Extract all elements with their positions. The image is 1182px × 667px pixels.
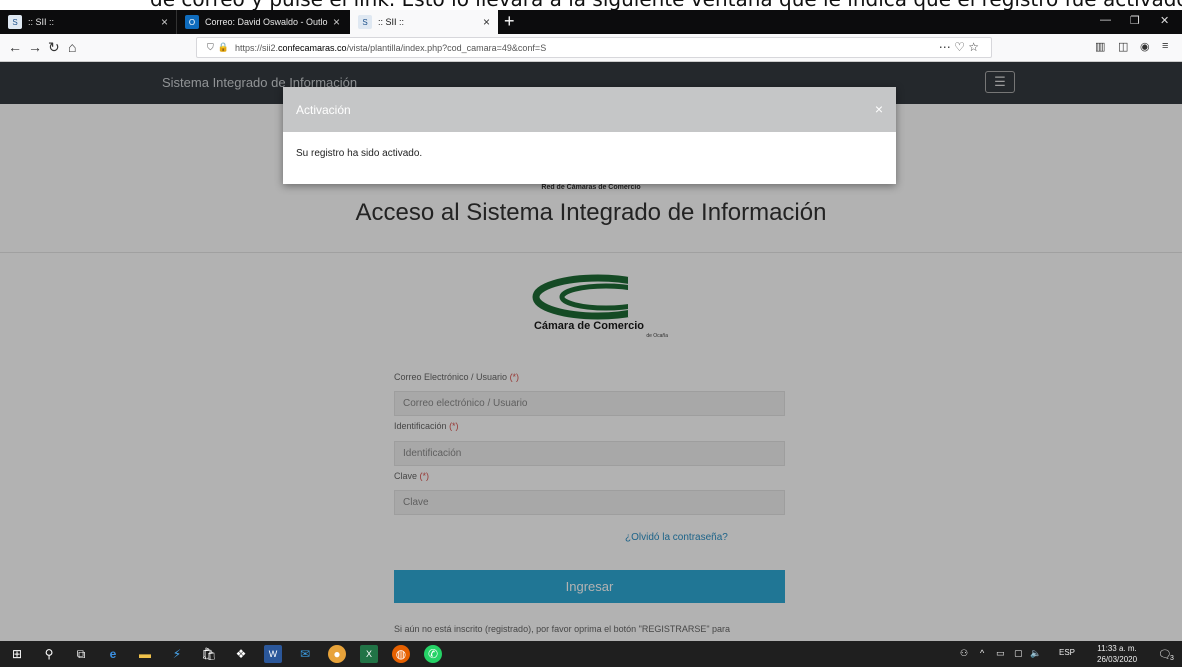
whatsapp-icon[interactable]: ✆ [424,645,442,663]
tab-outlook[interactable]: O Correo: David Oswaldo - Outlo × [176,10,348,34]
close-tab-icon[interactable]: × [161,15,168,29]
library-icon[interactable]: ▥ [1095,40,1105,53]
word-icon[interactable]: W [264,645,282,663]
close-tab-icon[interactable]: × [483,15,490,29]
clock-time: 11:33 a. m. [1097,644,1137,653]
reload-icon[interactable]: ↻ [48,39,60,56]
windows-start-icon[interactable]: ⊞ [8,645,26,663]
tab-label: Correo: David Oswaldo - Outlo [205,17,328,27]
activation-modal: Activación × Su registro ha sido activad… [283,87,896,184]
sidebar-icon[interactable]: ◫ [1118,40,1128,53]
tray-chevron-icon[interactable]: ^ [980,648,984,658]
menu-icon[interactable]: ≡ [1162,40,1168,52]
caption-text: de correo y pulse el link. Esto lo lleva… [150,0,1182,10]
bookmark-star-icon[interactable]: ☆ [968,40,979,54]
excel-icon[interactable]: X [360,645,378,663]
address-bar[interactable]: ⛉ 🔒 https://sii2. confecamaras.co/vista/p… [196,37,992,58]
url-host: confecamaras.co [278,42,347,53]
modal-close-icon[interactable]: × [875,101,883,117]
restore-icon[interactable]: ❐ [1130,14,1140,27]
people-icon[interactable]: ⚇ [960,648,968,659]
tab-sii-1[interactable]: S :: SII :: × [0,10,176,34]
forward-icon[interactable]: → [28,39,42,55]
battery-icon[interactable]: ▭ [996,648,1005,659]
home-icon[interactable]: ⌂ [68,39,76,55]
screen: de correo y pulse el link. Esto lo lleva… [0,0,1182,667]
back-icon[interactable]: ← [8,39,22,55]
file-explorer-icon[interactable]: ▬ [136,645,154,663]
search-icon[interactable]: ⚲ [40,645,58,663]
page-actions: ⋯ ♡ ☆ [939,40,979,54]
tab-sii-active[interactable]: S :: SII :: × [350,10,498,34]
powershell-icon[interactable]: ⚡ [168,645,186,663]
chrome-icon[interactable]: ● [328,645,346,663]
new-tab-icon[interactable]: + [504,11,515,32]
sii-favicon-icon: S [358,15,372,29]
tracking-shield-icon[interactable]: ⛉ [207,42,214,53]
document-caption: de correo y pulse el link. Esto lo lleva… [0,0,1182,10]
outlook-favicon-icon: O [185,15,199,29]
language-indicator[interactable]: ESP [1059,648,1075,657]
modal-title: Activación [296,103,351,117]
windows-taskbar: ⊞ ⚲ ⧉ e ▬ ⚡ 🛍 ❖ W ✉ ● X ◍ ✆ ⚇ ^ ▭ ▢ 🔈 ES… [0,641,1182,667]
modal-header: Activación × [283,87,896,132]
system-clock[interactable]: 11:33 a. m. 26/03/2020 [1097,643,1137,665]
mail-icon[interactable]: ✉ [296,645,314,663]
close-window-icon[interactable]: ✕ [1160,14,1169,27]
more-actions-icon[interactable]: ⋯ [939,40,951,54]
notification-count: 3 [1170,655,1174,662]
url-prefix: https://sii2. [234,42,279,53]
volume-icon[interactable]: 🔈 [1030,648,1041,659]
account-icon[interactable]: ◉ [1140,40,1150,53]
firefox-icon[interactable]: ◍ [392,645,410,663]
lock-icon[interactable]: 🔒 [218,42,229,53]
pocket-icon[interactable]: ♡ [954,40,965,54]
store-icon[interactable]: 🛍 [200,645,218,663]
tab-label: :: SII :: [28,17,55,27]
task-view-icon[interactable]: ⧉ [72,645,90,663]
browser-nav-bar: ← → ↻ ⌂ ⛉ 🔒 https://sii2. confecamaras.co… [0,34,1182,62]
close-tab-icon[interactable]: × [333,15,340,29]
edge-icon[interactable]: e [104,645,122,663]
dropbox-icon[interactable]: ❖ [232,645,250,663]
sii-favicon-icon: S [8,15,22,29]
browser-tab-bar: S :: SII :: × O Correo: David Oswaldo - … [0,10,1182,34]
url-path: /vista/plantilla/index.php?cod_camara=49… [346,42,547,53]
tab-label: :: SII :: [378,17,405,27]
network-icon[interactable]: ▢ [1014,648,1023,659]
minimize-icon[interactable]: — [1100,14,1111,26]
modal-message: Su registro ha sido activado. [296,148,423,159]
clock-date: 26/03/2020 [1097,655,1138,664]
